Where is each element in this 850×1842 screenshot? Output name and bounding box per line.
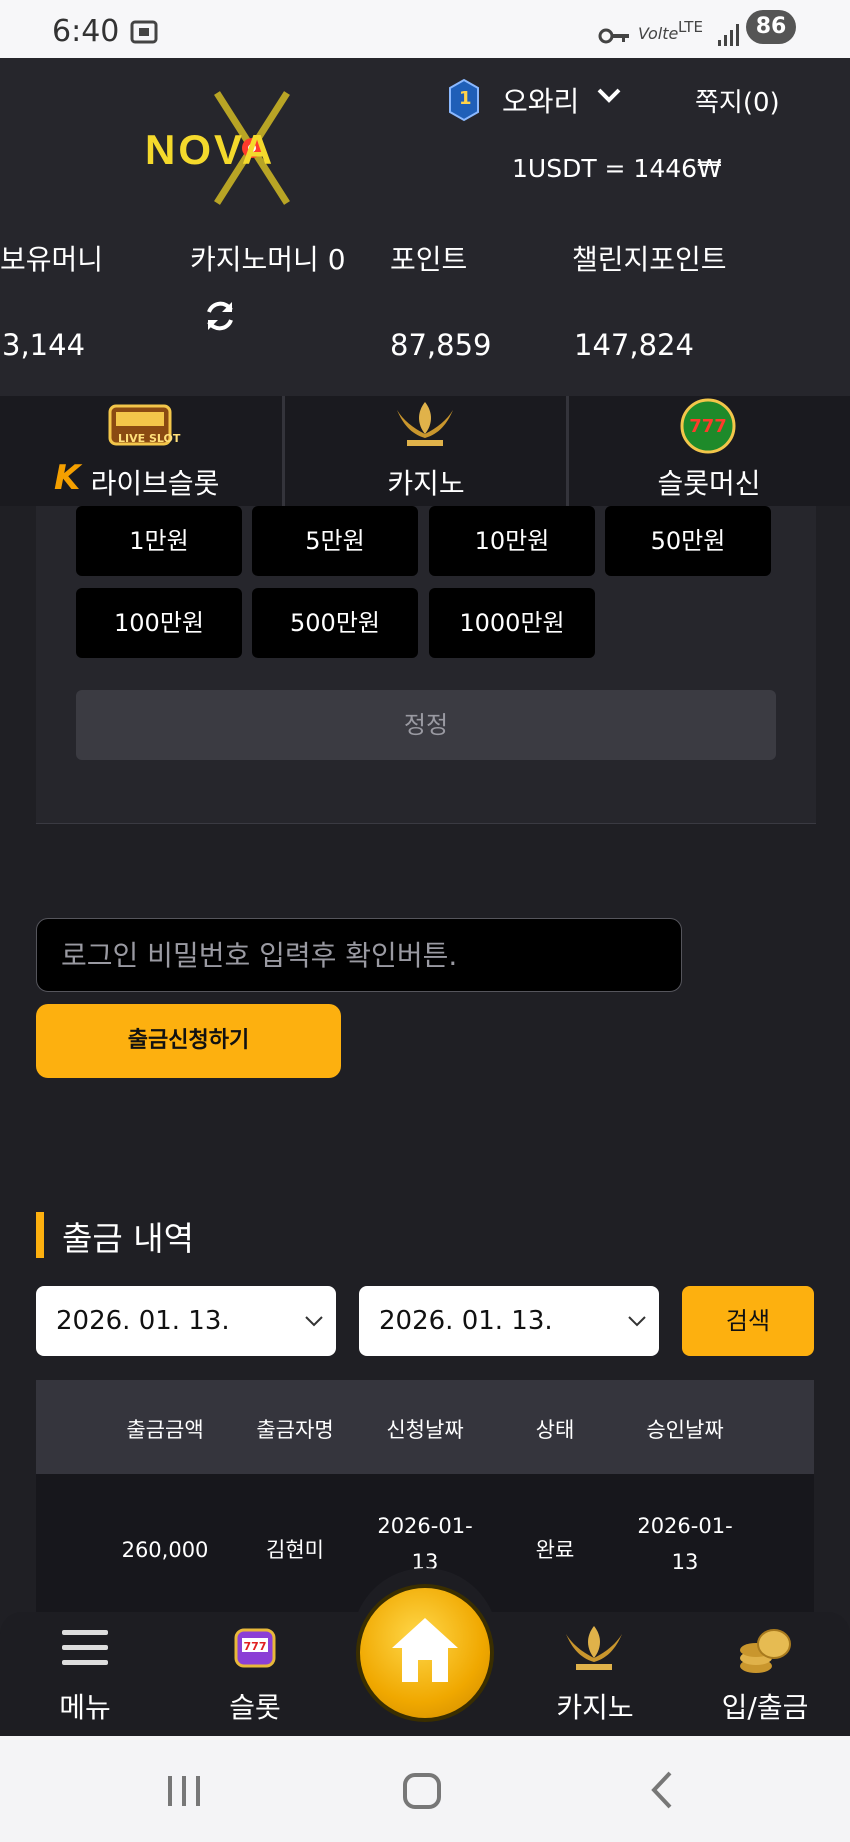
password-input[interactable] [36, 918, 682, 992]
level-badge: 1 [448, 78, 480, 122]
challenge-point-label: 챌린지포인트 [572, 243, 727, 276]
amount-button-10m[interactable]: 1000만원 [429, 588, 595, 658]
amount-button-100k[interactable]: 10만원 [429, 506, 595, 576]
refresh-icon[interactable] [202, 298, 238, 334]
date-from-value: 2026. 01. 13. [56, 1306, 230, 1336]
cell-status: 완료 [535, 1538, 575, 1562]
home-button[interactable] [360, 1588, 490, 1718]
section-accent-bar [36, 1212, 44, 1258]
date-to-value: 2026. 01. 13. [379, 1306, 553, 1336]
column-header: 승인날짜 [646, 1418, 724, 1442]
svg-text:777: 777 [689, 416, 727, 437]
nav-deposit-withdraw[interactable]: 입/출금 [690, 1612, 840, 1736]
casino-money-label: 카지노머니 0 [190, 243, 346, 276]
coins-icon [740, 1629, 791, 1673]
amount-button-50k[interactable]: 5만원 [252, 506, 418, 576]
history-title: 출금 내역 [62, 1219, 194, 1258]
screenshot-icon [130, 20, 158, 44]
search-button[interactable]: 검색 [682, 1286, 814, 1356]
money-value: 3,144 [2, 328, 86, 362]
tab-live-slot-label: 라이브슬롯 [90, 467, 220, 500]
nav-menu-label: 메뉴 [59, 1691, 111, 1724]
slots-777-icon: 777 [680, 398, 736, 454]
cell-approve-date-day: 13 [671, 1550, 699, 1574]
header: NOVA 1 오와리 쪽지(0) 1USDT = 1446₩ 보유머니 3,14… [0, 58, 850, 396]
tab-slot-machine-label: 슬롯머신 [657, 467, 761, 500]
table-header: 출금금액 출금자명 신청날짜 상태 승인날짜 [36, 1380, 814, 1474]
cell-name: 김현미 [266, 1538, 324, 1562]
point-value: 87,859 [390, 328, 492, 362]
system-navigation-bar [0, 1736, 850, 1842]
tab-slot-machine[interactable]: 777 슬롯머신 [568, 396, 850, 506]
logo[interactable]: NOVA [145, 88, 320, 213]
home-icon [392, 1618, 458, 1682]
battery-indicator: 86 [746, 10, 796, 44]
logo-text: NOVA [145, 126, 276, 173]
amount-panel: 1만원 5만원 10만원 50만원 100만원 500만원 1000만원 정정 [36, 506, 816, 824]
nav-slot[interactable]: 777 슬롯 [180, 1612, 330, 1736]
home-nav-icon[interactable] [402, 1772, 442, 1810]
cell-amount: 260,000 [121, 1538, 209, 1562]
level-number: 1 [459, 88, 472, 109]
messages-link[interactable]: 쪽지(0) [695, 82, 780, 119]
amount-button-5m[interactable]: 500만원 [252, 588, 418, 658]
clock: 6:40 [52, 14, 120, 49]
column-header: 출금금액 [126, 1418, 204, 1442]
date-to-select[interactable]: 2026. 01. 13. [359, 1286, 659, 1356]
point-label: 포인트 [390, 243, 468, 276]
chevron-down-icon[interactable] [596, 86, 622, 106]
key-icon [598, 28, 629, 44]
back-icon[interactable] [646, 1770, 676, 1810]
reset-button[interactable]: 정정 [76, 690, 776, 760]
exchange-rate: 1USDT = 1446₩ [512, 154, 722, 183]
cell-request-date: 2026-01- [377, 1514, 473, 1538]
username[interactable]: 오와리 [502, 80, 579, 120]
status-bar: 6:40 Volte LTE 86 [0, 0, 850, 58]
casino-lotus-icon [397, 402, 453, 446]
category-tabs: LIVE SLOT K 라이브슬롯 카지노 777 슬롯머신 [0, 396, 850, 506]
tab-casino[interactable]: 카지노 [285, 396, 567, 506]
nav-casino[interactable]: 카지노 [520, 1612, 670, 1736]
tab-live-slot[interactable]: LIVE SLOT K 라이브슬롯 [0, 396, 282, 506]
amount-button-500k[interactable]: 50만원 [605, 506, 771, 576]
chevron-down-icon [628, 1316, 646, 1327]
column-header: 출금자명 [256, 1418, 334, 1442]
nav-slot-label: 슬롯 [229, 1691, 281, 1724]
withdraw-request-button[interactable]: 출금신청하기 [36, 1004, 341, 1078]
network-label: LTE [678, 18, 703, 36]
live-slot-icon-text: LIVE SLOT [118, 432, 181, 445]
recent-apps-icon[interactable] [164, 1774, 204, 1808]
tab-casino-label: 카지노 [387, 467, 465, 500]
date-from-select[interactable]: 2026. 01. 13. [36, 1286, 336, 1356]
nav-casino-label: 카지노 [556, 1691, 634, 1724]
column-header: 상태 [535, 1418, 575, 1442]
challenge-point-value: 147,824 [574, 328, 694, 362]
signal-icon [718, 24, 739, 46]
chevron-down-icon [305, 1316, 323, 1327]
money-label: 보유머니 [0, 243, 104, 276]
amount-button-1m[interactable]: 100만원 [76, 588, 242, 658]
slot-machine-icon: 777 [234, 1628, 276, 1668]
nav-deposit-withdraw-label: 입/출금 [721, 1691, 809, 1724]
nav-menu[interactable]: 메뉴 [10, 1612, 160, 1736]
hamburger-menu-icon [62, 1630, 108, 1665]
svg-text:777: 777 [244, 1640, 267, 1653]
casino-lotus-icon [566, 1626, 622, 1670]
cell-approve-date: 2026-01- [637, 1514, 733, 1538]
amount-button-10k[interactable]: 1만원 [76, 506, 242, 576]
column-header: 신청날짜 [386, 1418, 464, 1442]
volte-label: Volte [638, 24, 679, 43]
